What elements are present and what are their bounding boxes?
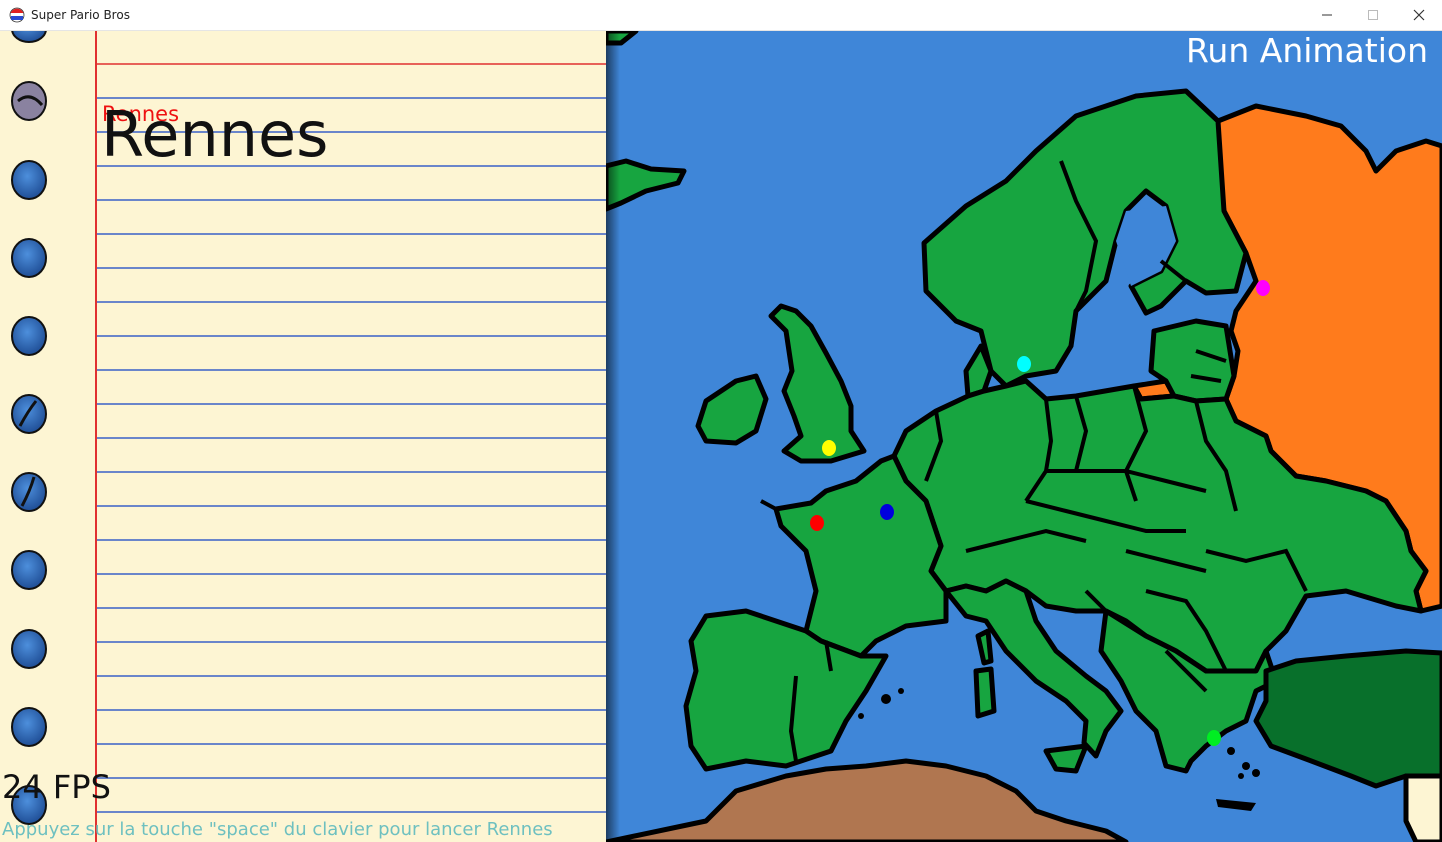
fps-counter: 24 FPS <box>2 768 111 806</box>
green-marker[interactable] <box>1207 730 1221 746</box>
run-animation-button[interactable]: Run Animation <box>1186 31 1428 70</box>
window-title: Super Pario Bros <box>31 8 130 22</box>
instruction-text: Appuyez sur la touche "space" du clavier… <box>2 819 553 840</box>
game-canvas[interactable]: Rennes Rennes 24 FPS Appuyez sur la touc… <box>0 31 1442 842</box>
cyan-marker[interactable] <box>1017 356 1031 372</box>
island-sardinia <box>973 666 997 719</box>
city-label-large: Rennes <box>101 98 329 171</box>
app-icon <box>9 7 25 23</box>
close-button[interactable] <box>1396 0 1442 30</box>
landmass-middle-east <box>1403 773 1442 842</box>
europe-map[interactable] <box>606 31 1442 842</box>
close-icon <box>1413 9 1425 21</box>
maximize-button[interactable] <box>1350 0 1396 30</box>
magenta-marker[interactable] <box>1256 280 1270 296</box>
yellow-marker[interactable] <box>822 440 836 456</box>
red-marker[interactable] <box>810 515 824 531</box>
title-bar: Super Pario Bros <box>0 0 1442 31</box>
minimize-icon <box>1322 14 1332 16</box>
maximize-icon <box>1368 10 1378 20</box>
blue-marker[interactable] <box>880 504 894 520</box>
notebook-page: Rennes Rennes 24 FPS Appuyez sur la touc… <box>0 31 606 842</box>
binder-holes <box>11 31 47 825</box>
minimize-button[interactable] <box>1304 0 1350 30</box>
notebook-shadow <box>606 31 620 842</box>
